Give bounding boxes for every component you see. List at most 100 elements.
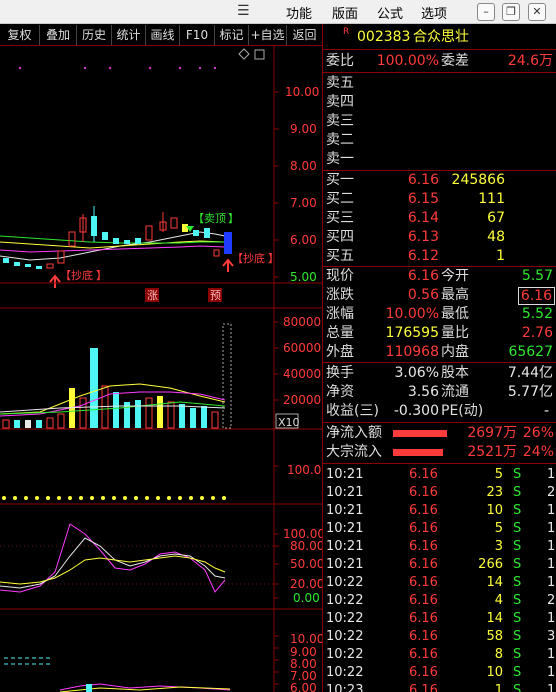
tick-vol: 10 [486, 503, 503, 518]
tick-side: S [513, 557, 522, 572]
price-tick: 6.00 [290, 233, 317, 247]
tick-side: S [513, 665, 522, 680]
tick-time: 10:21 [326, 539, 364, 554]
toolbar-drawline-button[interactable]: 画线 [146, 25, 180, 45]
menu-options[interactable]: 选项 [421, 3, 447, 22]
toolbar-mark-button[interactable]: 标记 [215, 25, 249, 45]
indicator2-tick: 80.00 [290, 539, 322, 553]
tick-price: 6.16 [409, 521, 438, 536]
quote-row-pct: 涨幅 10.00% 最低 5.52 [326, 306, 553, 322]
price-tick: 7.00 [290, 196, 317, 210]
sell-row-1: 卖一 [326, 151, 354, 167]
tick-time: 10:22 [326, 665, 364, 680]
toolbar-fuquan-button[interactable]: 复权 [0, 25, 40, 45]
high-price: 6.16 [517, 287, 555, 305]
block-inflow-value: 2521万 [467, 444, 517, 460]
quote-row-netasset: 净资 3.56 流通 5.77亿 [326, 384, 553, 400]
weicha-label: 委差 [441, 53, 469, 69]
menu-layout[interactable]: 版面 [332, 3, 358, 22]
buy-price: 6.15 [407, 191, 439, 207]
pe-ratio: - [543, 403, 549, 419]
diamond-icon[interactable] [238, 48, 250, 60]
block-inflow-row: 大宗流入 2521万 24% [326, 444, 554, 460]
net-inflow-bar [393, 430, 447, 437]
tick-row: 10:22 6.16 4 S 2 [323, 592, 556, 610]
close-icon[interactable]: ✕ [528, 3, 546, 21]
tick-price: 6.16 [409, 503, 438, 518]
tick-time: 10:21 [326, 485, 364, 500]
toolbar-back-button[interactable]: 返回 [287, 25, 322, 45]
buy-price: 6.12 [407, 248, 439, 264]
quote-row-volume: 总量 176595 量比 2.76 [326, 325, 553, 341]
net-asset: 3.56 [407, 384, 439, 400]
volume-tick: 40000 [283, 367, 321, 381]
toolbar-history-button[interactable]: 历史 [77, 25, 112, 45]
buy-price: 6.14 [407, 210, 439, 226]
indicator3-tick: 10.00 [290, 632, 322, 646]
tick-row: 10:22 6.16 10 S 1 [323, 664, 556, 682]
tick-vol: 10 [486, 665, 503, 680]
tick-time: 10:22 [326, 647, 364, 662]
tick-vol: 5 [494, 521, 503, 536]
earnings: -0.300 [393, 403, 439, 419]
tick-price: 6.16 [409, 485, 438, 500]
tick-vol: 266 [478, 557, 503, 572]
indicator2-tick: 0.00 [293, 591, 320, 605]
svg-text:】: 】 [228, 212, 239, 225]
quote-row-price: 现价 6.16 今开 5.57 [326, 268, 553, 284]
tick-row: 10:21 6.16 10 S 1 [323, 502, 556, 520]
price-tick: 9.00 [290, 122, 317, 136]
chart-toolbar: 复权 叠加 历史 统计 画线 F10 标记 +自选 返回 [0, 25, 322, 46]
tick-price: 6.16 [409, 611, 438, 626]
minimize-icon[interactable]: – [477, 3, 495, 21]
forecast-badge-text: 预 [210, 289, 221, 302]
weibi-value: 100.00% [376, 53, 439, 69]
tick-price: 6.16 [409, 539, 438, 554]
block-inflow-pct: 24% [522, 444, 554, 460]
quote-panel: R 002383 合众思壮 委比 100.00% 委差 24.6万 卖五 卖四 … [322, 24, 556, 692]
tick-side: S [513, 485, 522, 500]
tick-n: 1 [547, 611, 556, 626]
menu-formula[interactable]: 公式 [377, 3, 403, 22]
menu-function[interactable]: 功能 [286, 3, 312, 22]
tick-price: 6.16 [409, 467, 438, 482]
buy-price: 6.13 [407, 229, 439, 245]
current-price: 6.16 [407, 268, 439, 284]
total-shares: 7.44亿 [507, 365, 553, 381]
restore-icon[interactable]: ❐ [502, 3, 520, 21]
tick-row: 10:22 6.16 14 S 1 [323, 574, 556, 592]
turnover-rate: 3.06% [394, 365, 439, 381]
tick-row: 10:22 6.16 14 S 1 [323, 610, 556, 628]
price-tick: 10.00 [285, 85, 319, 99]
tick-n: 2 [547, 593, 556, 608]
price-tick: 8.00 [290, 159, 317, 173]
tick-side: S [513, 629, 522, 644]
tick-time: 10:23 [326, 683, 364, 692]
tick-time: 10:21 [326, 521, 364, 536]
tick-price: 6.16 [409, 647, 438, 662]
low-price: 5.52 [521, 306, 553, 322]
panel-window-icon[interactable] [254, 49, 265, 60]
tick-vol: 5 [494, 467, 503, 482]
tick-time: 10:21 [326, 467, 364, 482]
buy-bottom-signal: 【抄底 [60, 268, 93, 282]
buy-row-1: 买一 6.16 245866 [326, 172, 505, 188]
total-volume: 176595 [385, 325, 439, 341]
hamburger-menu-icon[interactable]: ☰ [237, 4, 255, 18]
toolbar-stats-button[interactable]: 统计 [112, 25, 146, 45]
toolbar-f10-button[interactable]: F10 [180, 25, 215, 45]
toolbar-overlay-button[interactable]: 叠加 [40, 25, 77, 45]
tick-n: 1 [547, 647, 556, 662]
tick-vol: 14 [486, 575, 503, 590]
tick-vol: 4 [494, 593, 503, 608]
top-menu-bar: ☰ 功能 版面 公式 选项 – ❐ ✕ [0, 0, 556, 24]
toolbar-add-watchlist-button[interactable]: +自选 [249, 25, 287, 45]
tick-vol: 58 [486, 629, 503, 644]
tick-side: S [513, 503, 522, 518]
tick-side: S [513, 683, 522, 692]
tick-price: 6.16 [409, 629, 438, 644]
net-inflow-pct: 26% [522, 425, 554, 441]
chart-area[interactable]: 10.00 9.00 8.00 7.00 6.00 5.00 【卖顶 】 【抄底… [0, 46, 325, 692]
svg-text:】: 】 [268, 252, 279, 265]
sell-row-3: 卖三 [326, 113, 354, 129]
